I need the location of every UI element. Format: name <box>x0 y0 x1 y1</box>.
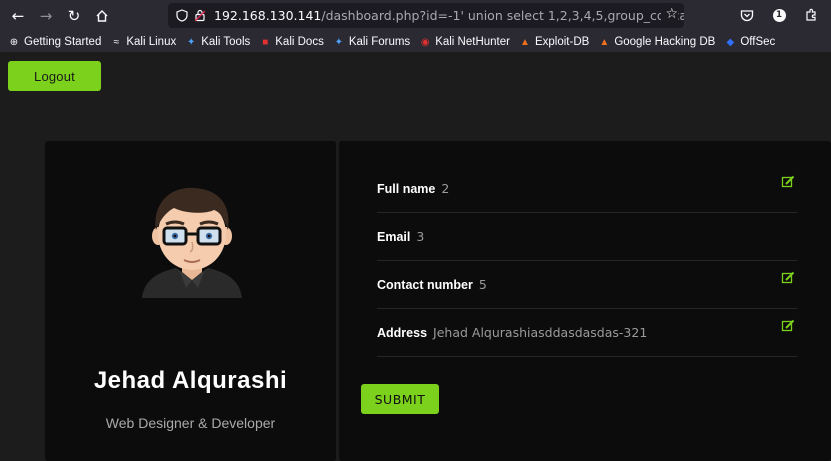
url-bar[interactable]: 192.168.130.141/dashboard.php?id=-1' uni… <box>168 3 684 28</box>
url-text[interactable]: 192.168.130.141/dashboard.php?id=-1' uni… <box>214 8 684 23</box>
globe-icon: ⊕ <box>9 36 19 48</box>
detail-label: Contact number <box>377 277 473 292</box>
detail-label: Full name <box>377 181 436 196</box>
profile-name: Jehad Alqurashi <box>93 367 288 394</box>
profile-role: Web Designer & Developer <box>105 415 276 431</box>
url-path: /dashboard.php?id=-1' union select 1,2,3… <box>321 8 684 23</box>
ghdb-icon: ▲ <box>599 36 610 48</box>
bookmarks-bar: ⊕ Getting Started ≈ Kali Linux ✦ Kali Tools ■ K… <box>0 32 831 52</box>
detail-value: 2 <box>441 181 450 196</box>
bookmark-item[interactable]: ◆ OffSec <box>724 36 775 48</box>
bookmark-item[interactable]: ✦ Kali Forums <box>333 36 411 48</box>
exploitdb-icon: ▲ <box>520 36 530 48</box>
forward-icon[interactable]: → <box>32 2 60 30</box>
browser-toolbar: ← → ↻ 192.168.130.141/dashboard.php?id=-… <box>0 0 831 32</box>
detail-row-full-name: Full name 2 <box>377 165 797 213</box>
submit-button[interactable]: SUBMIT <box>361 384 439 414</box>
edit-icon[interactable] <box>781 319 795 333</box>
bookmark-item[interactable]: ≈ Kali Linux <box>110 36 177 48</box>
avatar <box>142 187 242 298</box>
detail-label: Email <box>377 229 411 244</box>
detail-row-email: Email 3 <box>377 213 797 261</box>
bookmark-label: OffSec <box>740 36 776 48</box>
edit-icon[interactable] <box>781 175 795 189</box>
kali-dragon-icon: ≈ <box>113 36 120 48</box>
logout-button[interactable]: Logout <box>8 61 101 91</box>
detail-value: 5 <box>478 277 487 292</box>
pocket-icon[interactable] <box>736 4 758 26</box>
extensions-icon[interactable] <box>800 4 822 26</box>
bookmark-label: Kali Forums <box>348 36 411 48</box>
kali-docs-icon: ■ <box>262 36 269 48</box>
details-card: Full name 2 Email 3 Contact number 5 Add… <box>339 141 831 461</box>
notification-badge: 1 <box>772 8 786 22</box>
kali-tools-icon: ✦ <box>187 36 196 48</box>
bookmark-item[interactable]: ⊕ Getting Started <box>8 36 102 48</box>
bookmark-item[interactable]: ✦ Kali Tools <box>185 36 250 48</box>
bookmark-item[interactable]: ▲ Google Hacking DB <box>598 36 715 48</box>
bookmark-label: Google Hacking DB <box>614 36 716 48</box>
detail-value: 3 <box>416 229 425 244</box>
bookmark-label: Kali Tools <box>201 36 251 48</box>
bookmark-item[interactable]: ◉ Kali NetHunter <box>419 36 510 48</box>
bookmark-label: Kali Linux <box>126 36 177 48</box>
edit-icon[interactable] <box>781 271 795 285</box>
bookmark-item[interactable]: ▲ Exploit-DB <box>519 36 589 48</box>
detail-value: Jehad Alqurashiasddasdasdas-321 <box>433 325 648 340</box>
home-icon[interactable] <box>88 2 116 30</box>
dashboard-page: Logout Jehad Alqurashi Web Designer & De… <box>0 52 831 461</box>
bookmark-label: Exploit-DB <box>534 36 590 48</box>
shield-icon[interactable] <box>176 9 188 22</box>
back-icon[interactable]: ← <box>4 2 32 30</box>
bookmark-item[interactable]: ■ Kali Docs <box>259 36 324 48</box>
bookmark-label: Kali NetHunter <box>435 36 510 48</box>
profile-card: Jehad Alqurashi Web Designer & Developer <box>45 141 336 461</box>
nethunter-icon: ◉ <box>420 36 430 48</box>
detail-row-address: Address Jehad Alqurashiasddasdasdas-321 <box>377 309 797 357</box>
account-icon[interactable]: 1 <box>768 4 790 26</box>
reload-icon[interactable]: ↻ <box>60 2 88 30</box>
detail-label: Address <box>377 325 428 340</box>
kali-forums-icon: ✦ <box>334 36 344 48</box>
bookmark-star-icon[interactable]: ☆ <box>661 6 678 22</box>
offsec-icon: ◆ <box>726 36 735 48</box>
detail-row-contact-number: Contact number 5 <box>377 261 797 309</box>
bookmark-label: Getting Started <box>24 36 102 48</box>
insecure-lock-icon[interactable] <box>194 9 206 22</box>
url-host: 192.168.130.141 <box>214 8 322 23</box>
bookmark-label: Kali Docs <box>275 36 324 48</box>
